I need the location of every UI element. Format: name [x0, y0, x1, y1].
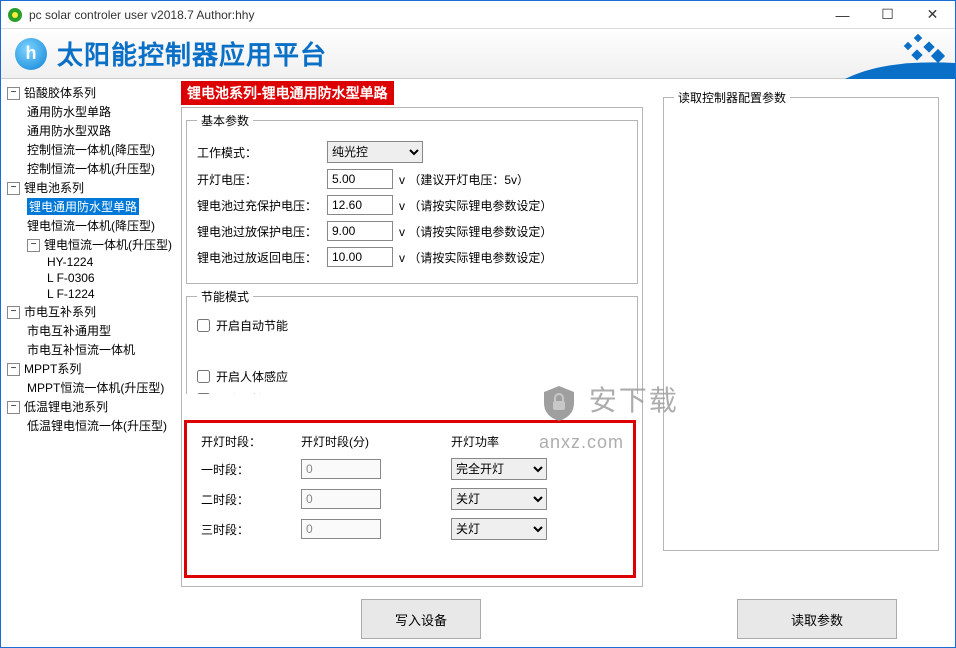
tree-item[interactable]: 低温锂电恒流一体(升压型) — [3, 416, 177, 435]
period1-minutes-input[interactable] — [301, 459, 381, 479]
rain-checkbox[interactable] — [197, 393, 210, 394]
on-voltage-label: 开灯电压： — [197, 171, 327, 188]
write-device-button[interactable]: 写入设备 — [361, 599, 481, 639]
period3-minutes-input[interactable] — [301, 519, 381, 539]
period-col2: 开灯功率 — [451, 433, 499, 450]
period-title: 开灯时段： — [201, 433, 301, 450]
energy-legend: 节能模式 — [197, 288, 253, 305]
overdischarge-input[interactable] — [327, 221, 393, 241]
tree-item-selected[interactable]: 锂电通用防水型单路 — [3, 197, 177, 216]
tree-item[interactable]: 控制恒流一体机(降压型) — [3, 140, 177, 159]
close-button[interactable]: ✕ — [910, 1, 955, 29]
mode-select[interactable]: 纯光控 — [327, 141, 423, 163]
read-config-legend: 读取控制器配置参数 — [674, 89, 790, 106]
header-decor — [845, 29, 955, 79]
on-voltage-input[interactable] — [327, 169, 393, 189]
read-params-button[interactable]: 读取参数 — [737, 599, 897, 639]
period2-minutes-input[interactable] — [301, 489, 381, 509]
tree-item[interactable]: 市电互补恒流一体机 — [3, 340, 177, 359]
overcharge-hint: v （请按实际锂电参数设定） — [399, 197, 552, 214]
period-section: 开灯时段： 开灯时段(分) 开灯功率 一时段： 完全开灯 二时段： — [184, 420, 636, 578]
rain-label: 开启雨控 — [216, 391, 264, 394]
overcharge-label: 锂电池过充保护电压： — [197, 197, 327, 214]
tree-group-lithium[interactable]: 锂电池系列 — [3, 178, 177, 197]
period1-label: 一时段： — [201, 461, 301, 478]
auto-energy-checkbox[interactable] — [197, 319, 210, 332]
read-config-group: 读取控制器配置参数 — [663, 89, 939, 551]
discharge-return-input[interactable] — [327, 247, 393, 267]
tree-item[interactable]: L F-0306 — [3, 270, 177, 286]
tree-group-lowtemp[interactable]: 低温锂电池系列 — [3, 397, 177, 416]
discharge-return-label: 锂电池过放返回电压： — [197, 249, 327, 266]
tree-item[interactable]: MPPT恒流一体机(升压型) — [3, 378, 177, 397]
app-title: 太阳能控制器应用平台 — [57, 35, 327, 72]
pir-checkbox[interactable] — [197, 370, 210, 383]
period2-power-select[interactable]: 关灯 — [451, 488, 547, 510]
tree-item[interactable]: 通用防水型单路 — [3, 102, 177, 121]
window-title: pc solar controler user v2018.7 Author:h… — [29, 8, 820, 22]
page-title: 锂电池系列-锂电通用防水型单路 — [181, 81, 394, 105]
mode-label: 工作模式： — [197, 144, 327, 161]
minimize-button[interactable]: — — [820, 1, 865, 29]
right-panel: 读取控制器配置参数 — [653, 81, 949, 587]
tree-subgroup[interactable]: 锂电恒流一体机(升压型) — [3, 235, 177, 254]
basic-legend: 基本参数 — [197, 112, 253, 129]
app-header: h 太阳能控制器应用平台 — [1, 29, 955, 79]
overdischarge-hint: v （请按实际锂电参数设定） — [399, 223, 552, 240]
sidebar-tree[interactable]: 铅酸胶体系列 通用防水型单路 通用防水型双路 控制恒流一体机(降压型) 控制恒流… — [1, 79, 179, 647]
tree-item[interactable]: HY-1224 — [3, 254, 177, 270]
overdischarge-label: 锂电池过放保护电压： — [197, 223, 327, 240]
period1-power-select[interactable]: 完全开灯 — [451, 458, 547, 480]
tree-group-mppt[interactable]: MPPT系列 — [3, 359, 177, 378]
overcharge-input[interactable] — [327, 195, 393, 215]
main-panel: 锂电池系列-锂电通用防水型单路 基本参数 工作模式： 纯光控 开灯电压： v （… — [179, 79, 955, 647]
auto-energy-label: 开启自动节能 — [216, 317, 288, 334]
period3-power-select[interactable]: 关灯 — [451, 518, 547, 540]
tree-item[interactable]: 控制恒流一体机(升压型) — [3, 159, 177, 178]
tree-item[interactable]: 通用防水型双路 — [3, 121, 177, 140]
energy-group: 节能模式 开启自动节能 开启人体感应 开启雨控 — [186, 288, 638, 394]
maximize-button[interactable]: ☐ — [865, 1, 910, 29]
logo-icon: h — [15, 38, 47, 70]
period3-label: 三时段： — [201, 521, 301, 538]
app-icon — [7, 7, 23, 23]
window-titlebar: pc solar controler user v2018.7 Author:h… — [1, 1, 955, 29]
tree-item[interactable]: 市电互补通用型 — [3, 321, 177, 340]
basic-params-group: 基本参数 工作模式： 纯光控 开灯电压： v （建议开灯电压：5v） 锂电池过充… — [186, 112, 638, 284]
tree-group-grid[interactable]: 市电互补系列 — [3, 302, 177, 321]
discharge-return-hint: v （请按实际锂电参数设定） — [399, 249, 552, 266]
on-voltage-hint: v （建议开灯电压：5v） — [399, 171, 529, 188]
period-col1: 开灯时段(分) — [301, 433, 451, 450]
pir-label: 开启人体感应 — [216, 368, 288, 385]
tree-item[interactable]: L F-1224 — [3, 286, 177, 302]
tree-item[interactable]: 锂电恒流一体机(降压型) — [3, 216, 177, 235]
period2-label: 二时段： — [201, 491, 301, 508]
tree-group-lead-acid[interactable]: 铅酸胶体系列 — [3, 83, 177, 102]
